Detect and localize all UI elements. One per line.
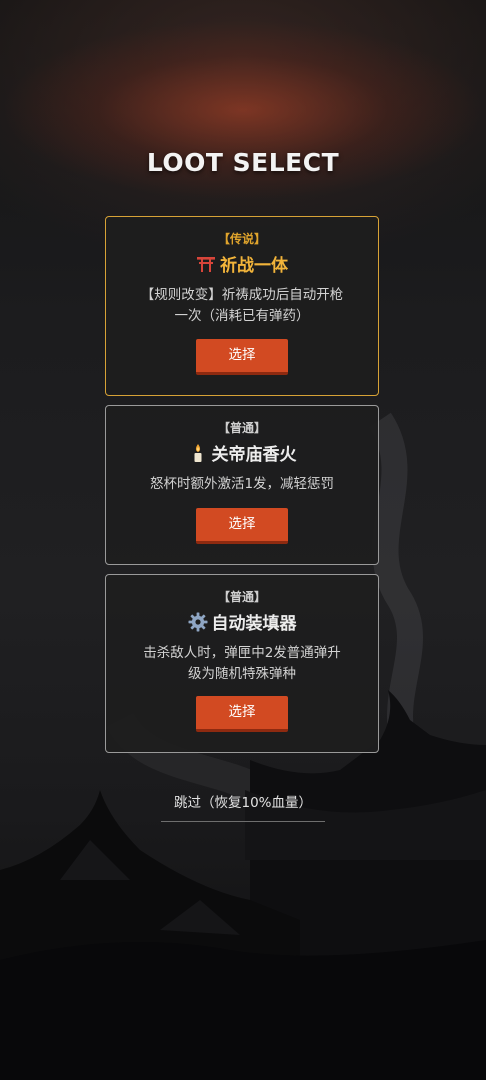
rarity-tier-label: 【传说】 xyxy=(217,232,266,246)
candle-icon xyxy=(188,443,208,463)
loot-card-common: 【普通】 自动装填器 击杀敌人时，弹匣中2发普通弹升 级为随机特殊弹种 选择 xyxy=(105,574,379,753)
loot-name: 祈战一体 xyxy=(220,256,288,276)
loot-description-line: 一次（消耗已有弹药） xyxy=(174,308,310,324)
rarity-tier-label: 【普通】 xyxy=(217,421,266,435)
select-button[interactable]: 选择 xyxy=(196,696,288,732)
loot-description: 击杀敌人时，弹匣中2发普通弹升 级为随机特殊弹种 xyxy=(122,643,362,685)
loot-description: 【规则改变】祈祷成功后自动开枪 一次（消耗已有弹药） xyxy=(122,285,362,327)
rarity-tier-label: 【普通】 xyxy=(217,590,266,604)
loot-name: 自动装填器 xyxy=(211,614,297,634)
page-title: LOOT SELECT xyxy=(146,148,340,177)
loot-name-row: 关帝庙香火 xyxy=(106,443,378,466)
skip-button[interactable]: 跳过（恢复10%血量） xyxy=(0,793,486,813)
loot-description-line: 怒杯时额外激活1发，减轻惩罚 xyxy=(149,476,335,492)
loot-card-legendary: 【传说】 祈战一体 【规则改变】祈祷成功后自动开枪 一次（消耗已有弹药） 选择 xyxy=(105,216,379,396)
skip-underline xyxy=(161,821,325,822)
loot-name-row: 自动装填器 xyxy=(106,612,378,635)
torii-gate-icon xyxy=(196,254,216,274)
select-button[interactable]: 选择 xyxy=(196,508,288,544)
loot-name: 关帝庙香火 xyxy=(211,445,297,465)
loot-description: 怒杯时额外激活1发，减轻惩罚 xyxy=(122,474,362,495)
gear-icon xyxy=(188,612,208,632)
loot-card-common: 【普通】 关帝庙香火 怒杯时额外激活1发，减轻惩罚 选择 xyxy=(105,405,379,565)
select-button[interactable]: 选择 xyxy=(196,339,288,375)
loot-description-line: 击杀敌人时，弹匣中2发普通弹升 xyxy=(143,645,341,661)
loot-description-line: 级为随机特殊弹种 xyxy=(188,666,296,682)
loot-name-row: 祈战一体 xyxy=(106,254,378,277)
loot-description-line: 【规则改变】祈祷成功后自动开枪 xyxy=(140,287,344,303)
